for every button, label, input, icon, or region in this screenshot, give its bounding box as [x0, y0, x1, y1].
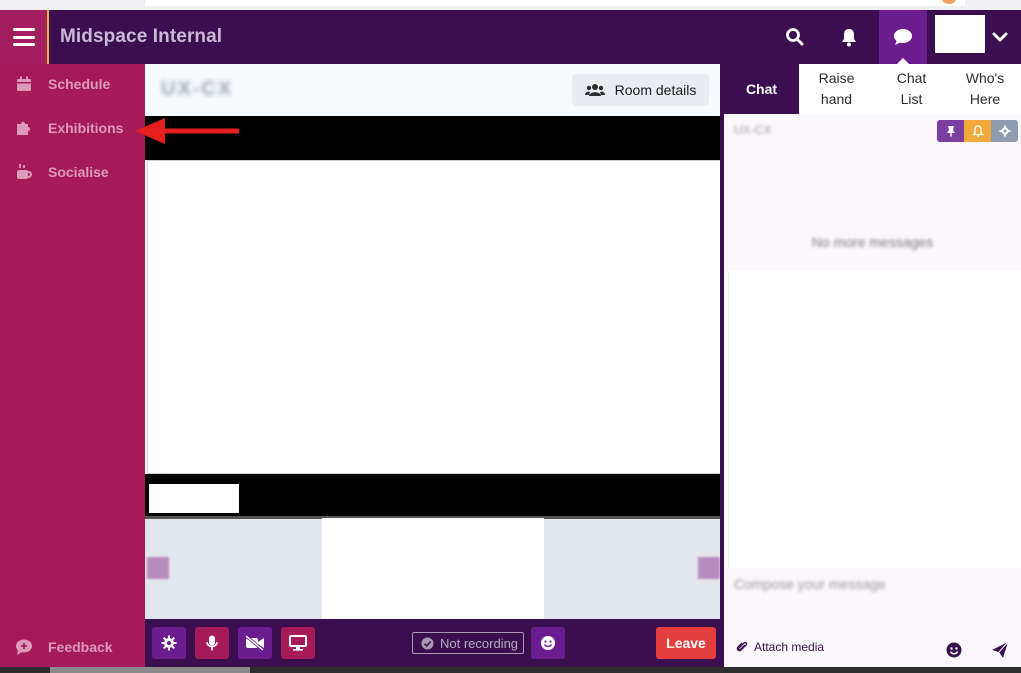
room-main: UX-CX Room details Not recording Leave: [145, 64, 724, 673]
compose-placeholder: Compose your message: [734, 576, 886, 592]
notify-button[interactable]: [964, 120, 991, 142]
room-details-label: Room details: [614, 82, 697, 98]
user-avatar[interactable]: [935, 15, 985, 53]
bell-icon: [842, 29, 856, 47]
tab-whos-here[interactable]: Who's Here: [949, 64, 1021, 114]
attach-media-button[interactable]: Attach media: [736, 640, 824, 654]
participant-tile[interactable]: [322, 518, 544, 619]
coffee-icon: [0, 163, 48, 181]
chat-toggle-button[interactable]: [879, 10, 927, 64]
puzzle-icon: [0, 119, 48, 137]
settings-button[interactable]: [152, 627, 186, 659]
screen-share-button[interactable]: [281, 627, 315, 659]
tab-raise-hand[interactable]: Raise hand: [799, 64, 874, 114]
recording-status: Not recording: [412, 632, 524, 654]
microphone-icon: [206, 635, 218, 651]
sidebar-item-label: Schedule: [48, 76, 111, 92]
users-icon: [584, 84, 605, 96]
strip-next-button[interactable]: [698, 557, 720, 579]
app-root: Midspace Internal Schedule Exhibitions S…: [0, 0, 1021, 673]
tab-chat-list[interactable]: Chat List: [874, 64, 949, 114]
emoji-picker-button[interactable]: [946, 642, 962, 663]
sidebar-item-label: Exhibitions: [48, 120, 124, 136]
smile-icon: [541, 636, 555, 650]
gear-icon: [161, 635, 177, 651]
empty-chat-text: No more messages: [811, 234, 934, 250]
send-button[interactable]: [991, 641, 1009, 664]
attach-media-label: Attach media: [754, 640, 825, 654]
sidebar-item-socialise[interactable]: Socialise: [0, 156, 145, 188]
pin-button[interactable]: [937, 120, 964, 142]
recording-status-label: Not recording: [440, 635, 519, 651]
smile-icon: [946, 642, 962, 658]
participant-name-tag: [149, 484, 239, 513]
pin-icon: [946, 126, 955, 137]
calendar-icon: [0, 76, 48, 92]
chat-tabs: Chat Raise hand Chat List Who's Here: [724, 64, 1021, 114]
scrollbar-thumb[interactable]: [50, 667, 250, 673]
browser-tab-area: [145, 0, 965, 6]
send-icon: [992, 641, 1009, 658]
chat-actions: [937, 120, 1018, 142]
sidebar: Schedule Exhibitions Socialise Feedback: [0, 64, 145, 673]
sidebar-item-feedback[interactable]: Feedback: [0, 631, 145, 663]
compose-box[interactable]: Compose your message: [724, 568, 1021, 630]
leave-button[interactable]: Leave: [656, 627, 716, 659]
call-control-bar: Not recording Leave: [145, 619, 720, 673]
menu-toggle-button[interactable]: [0, 10, 49, 64]
user-menu-button[interactable]: [989, 26, 1011, 48]
search-button[interactable]: [771, 10, 819, 64]
bell-icon: [971, 125, 984, 137]
hamburger-icon: [12, 28, 35, 46]
gear-icon: [998, 125, 1011, 137]
emoji-reaction-button[interactable]: [531, 627, 565, 659]
main-video-area[interactable]: [147, 160, 721, 474]
camera-off-button[interactable]: [238, 627, 272, 659]
tab-chat[interactable]: Chat: [724, 64, 799, 114]
room-header: UX-CX Room details: [145, 64, 724, 116]
strip-prev-button[interactable]: [147, 557, 169, 579]
sidebar-item-label: Socialise: [48, 164, 109, 180]
top-header: Midspace Internal: [0, 10, 1021, 64]
microphone-button[interactable]: [195, 627, 229, 659]
chat-bubble-icon: [894, 29, 912, 45]
room-title: UX-CX: [161, 78, 234, 100]
notifications-button[interactable]: [825, 10, 873, 64]
sidebar-item-exhibitions[interactable]: Exhibitions: [0, 112, 145, 144]
check-circle-icon: [421, 637, 434, 649]
comment-plus-icon: [0, 638, 48, 656]
app-title: Midspace Internal: [60, 26, 223, 47]
video-off-icon: [245, 635, 264, 651]
sidebar-item-label: Feedback: [48, 639, 113, 655]
sidebar-item-schedule[interactable]: Schedule: [0, 68, 145, 100]
horizontal-scrollbar[interactable]: [0, 667, 1021, 673]
message-list[interactable]: [728, 272, 1017, 568]
browser-top-strip: [0, 0, 1021, 10]
chat-room-name: UX-CX: [734, 123, 772, 137]
chat-panel: Chat Raise hand Chat List Who's Here UX-…: [724, 64, 1021, 673]
chevron-down-icon: [992, 32, 1008, 42]
annotation-arrow: [135, 118, 239, 144]
monitor-icon: [289, 635, 307, 651]
room-details-button[interactable]: Room details: [572, 74, 709, 106]
chat-settings-button[interactable]: [991, 120, 1018, 142]
search-icon: [786, 28, 804, 46]
paperclip-icon: [736, 641, 748, 652]
chat-header: UX-CX No more messages: [724, 114, 1021, 271]
